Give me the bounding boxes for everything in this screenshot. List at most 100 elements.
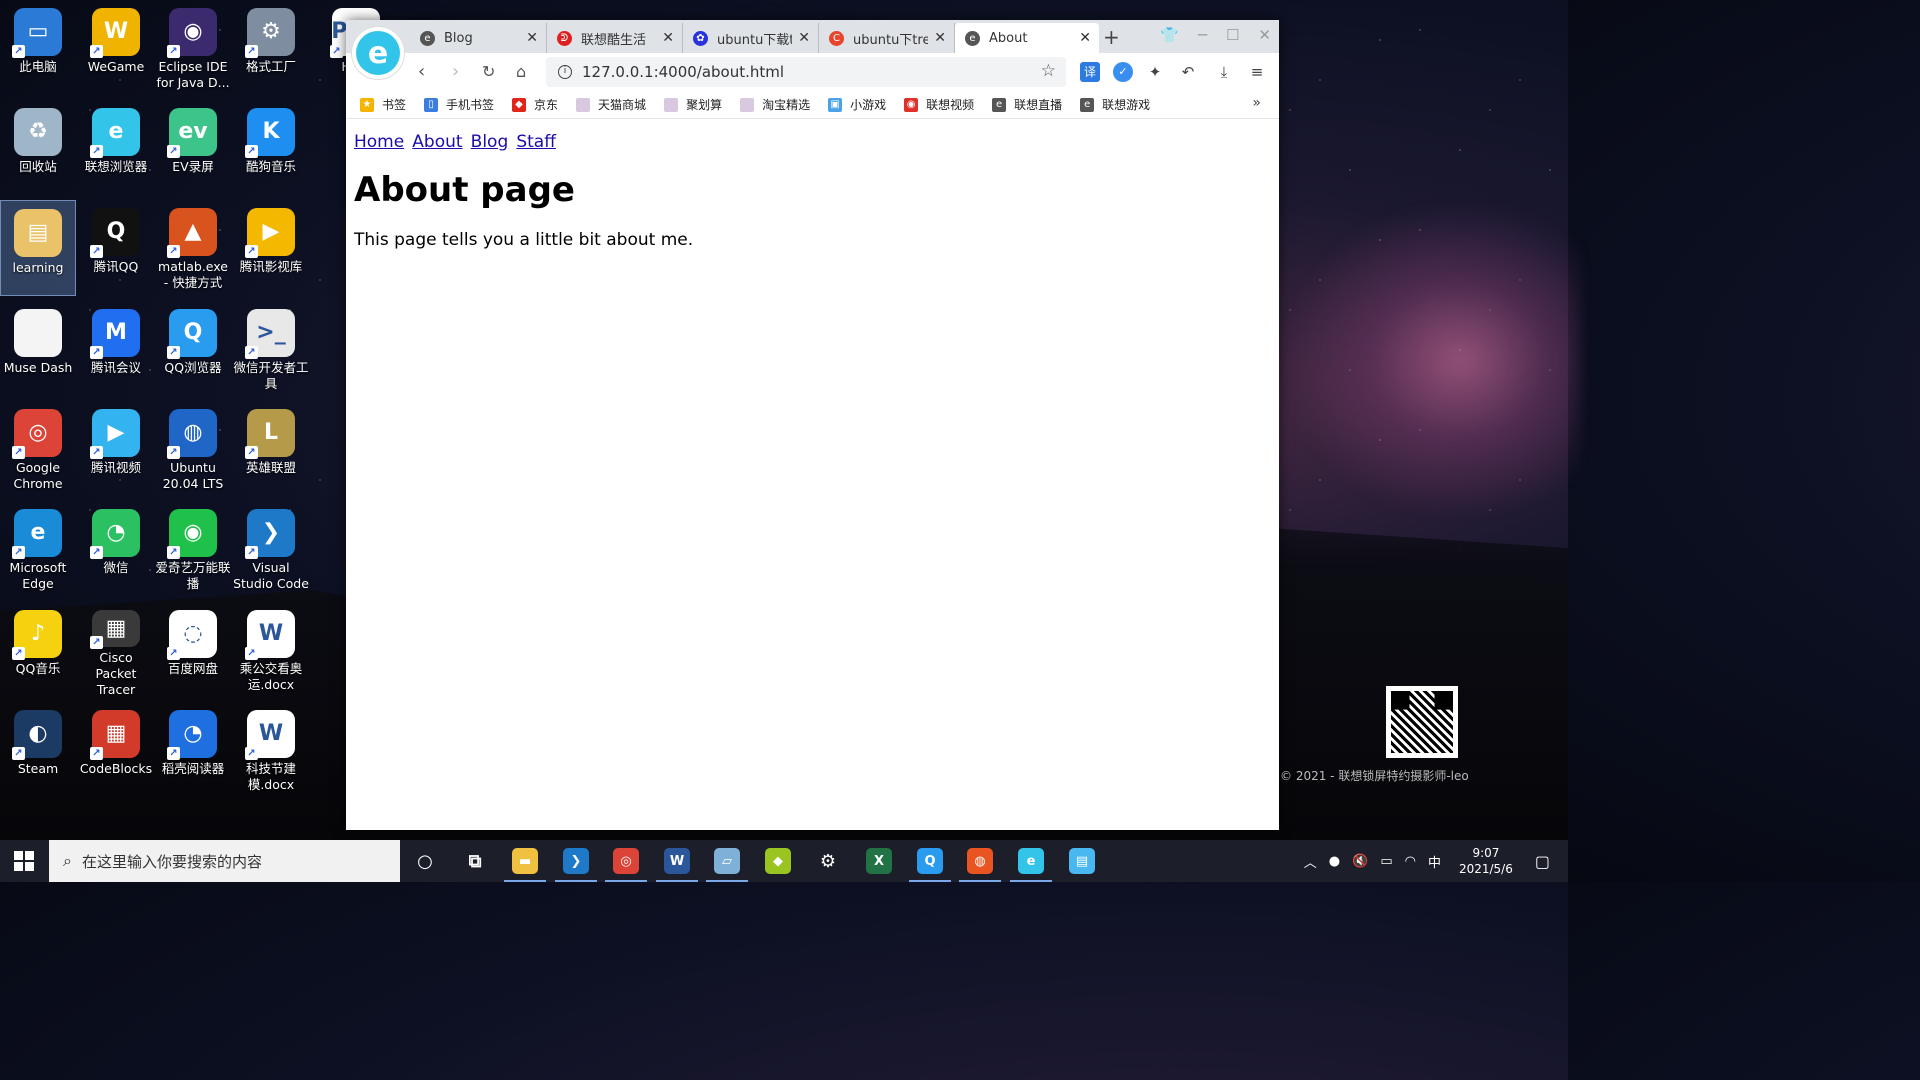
bookmark-item[interactable]: e 联想直播 xyxy=(992,96,1062,113)
shield-icon[interactable]: ✓ xyxy=(1113,62,1133,82)
browser-tab[interactable]: Cubuntu下tre ✕ xyxy=(819,23,955,53)
bookmarks-more-button[interactable]: » xyxy=(1252,95,1261,111)
close-window-button[interactable]: ✕ xyxy=(1258,26,1271,44)
desktop-icon-learning[interactable]: ▤ learning xyxy=(0,200,76,296)
lenovo-browser-logo[interactable]: e xyxy=(352,27,404,79)
taskbar-search[interactable]: ⌕ 在这里输入你要搜索的内容 xyxy=(49,840,400,882)
desktop-icon-tencent-video[interactable]: ▶腾讯视频 xyxy=(78,401,154,497)
browser-tab[interactable]: ᕲ 联想酷生活 ✕ xyxy=(547,23,683,53)
battery-icon[interactable]: ▭ xyxy=(1380,854,1392,869)
chevron-up-icon[interactable]: ︿ xyxy=(1304,852,1317,871)
browser-tab[interactable]: ✿ ubuntu下载t ✕ xyxy=(683,23,819,53)
wifi-icon[interactable]: ◠ xyxy=(1405,854,1416,869)
bookmark-item[interactable]: ★ 书签 xyxy=(360,96,406,113)
desktop-icon-wechat-devtools[interactable]: >_微信开发者工具 xyxy=(233,301,309,397)
taskbar-qq-browser-icon[interactable]: Q xyxy=(909,848,951,882)
desktop-icon-this-pc[interactable]: ▭此电脑 xyxy=(0,0,76,96)
desktop-icon-recycle-bin[interactable]: ♻ 回收站 xyxy=(0,100,76,196)
undo-close-icon[interactable]: ↶ xyxy=(1178,62,1198,82)
back-button[interactable]: ‹ xyxy=(418,61,425,82)
bookmark-item[interactable]: ▣ 小游戏 xyxy=(828,96,886,113)
clock[interactable]: 9:07 2021/5/6 xyxy=(1459,845,1513,877)
home-button[interactable]: ⌂ xyxy=(516,62,526,81)
nav-link-staff[interactable]: Staff xyxy=(516,132,556,152)
desktop-icon-tencent-meeting[interactable]: M腾讯会议 xyxy=(78,301,154,397)
maximize-button[interactable]: ☐ xyxy=(1226,26,1239,44)
minimize-button[interactable]: ─ xyxy=(1198,26,1207,44)
desktop-icon-qq-browser[interactable]: QQQ浏览器 xyxy=(155,301,231,397)
desktop-icon-wegame[interactable]: WWeGame xyxy=(78,0,154,96)
reload-button[interactable]: ↻ xyxy=(482,62,495,81)
desktop-icon-ev-recorder[interactable]: evEV录屏 xyxy=(155,100,231,196)
desktop-icon-eclipse[interactable]: ◉Eclipse IDE for Java D... xyxy=(155,0,231,96)
start-button[interactable] xyxy=(14,851,34,871)
taskbar-vscode-icon[interactable]: ❯ xyxy=(555,848,597,882)
desktop-icon-lol[interactable]: L英雄联盟 xyxy=(233,401,309,497)
bookmark-star-icon[interactable]: ☆ xyxy=(1041,61,1056,81)
taskbar-settings-icon[interactable]: ⚙ xyxy=(815,848,841,874)
new-tab-button[interactable]: + xyxy=(1103,25,1120,49)
nav-link-about[interactable]: About xyxy=(412,132,462,152)
desktop-icon-tencent-qq[interactable]: Q腾讯QQ xyxy=(78,200,154,296)
bookmark-item[interactable]: ◉ 联想视频 xyxy=(904,96,974,113)
translate-icon[interactable]: 译 xyxy=(1080,62,1100,82)
taskbar-cortana-icon[interactable]: ○ xyxy=(412,848,438,874)
close-tab-icon[interactable]: ✕ xyxy=(934,30,946,46)
ime-indicator[interactable]: 中 xyxy=(1428,852,1441,871)
desktop-icon-vscode[interactable]: ❯Visual Studio Code xyxy=(233,501,309,597)
taskbar-excel-icon[interactable]: X xyxy=(866,848,892,874)
desktop-icon-daoke-reader[interactable]: ◔稻壳阅读器 xyxy=(155,702,231,798)
browser-tab[interactable]: e Blog ✕ xyxy=(410,23,547,53)
taskbar-chrome-icon[interactable]: ◎ xyxy=(605,848,647,882)
desktop-icon-wechat[interactable]: ◔微信 xyxy=(78,501,154,597)
download-icon[interactable]: ⤓ xyxy=(1214,62,1234,82)
taskbar-file-explorer-icon[interactable]: ▬ xyxy=(504,848,546,882)
desktop-icon-format-factory[interactable]: ⚙格式工厂 xyxy=(233,0,309,96)
address-bar[interactable]: i 127.0.0.1:4000/about.html ☆ xyxy=(546,57,1066,87)
nav-link-blog[interactable]: Blog xyxy=(471,132,509,152)
extensions-icon[interactable]: ✦ xyxy=(1145,62,1165,82)
desktop-icon-qq-music[interactable]: ♪QQ音乐 xyxy=(0,602,76,698)
taskbar-task-view-icon[interactable]: ⧉ xyxy=(462,848,488,874)
desktop-icon-steam[interactable]: ◐Steam xyxy=(0,702,76,798)
desktop-icon-tencent-video-lib[interactable]: ▶腾讯影视库 xyxy=(233,200,309,296)
bookmark-item[interactable]: e 联想游戏 xyxy=(1080,96,1150,113)
desktop-icon-codeblocks[interactable]: ▦CodeBlocks xyxy=(78,702,154,798)
bookmark-item[interactable]: ◆ 京东 xyxy=(512,96,558,113)
bookmark-item[interactable]: 天猫商城 xyxy=(576,96,646,113)
taskbar-notes-icon[interactable]: ▱ xyxy=(706,848,748,882)
taskbar-word-icon[interactable]: W xyxy=(656,848,698,882)
browser-tab[interactable]: e About ✕ xyxy=(955,23,1099,53)
menu-icon[interactable]: ≡ xyxy=(1247,62,1267,82)
desktop-icon-matlab[interactable]: ▲matlab.exe - 快捷方式 xyxy=(155,200,231,296)
desktop-icon-google-chrome[interactable]: ◎Google Chrome xyxy=(0,401,76,497)
close-tab-icon[interactable]: ✕ xyxy=(1079,30,1091,46)
taskbar-kugou-tray-icon[interactable]: ◆ xyxy=(765,848,791,874)
bookmark-item[interactable]: 聚划算 xyxy=(664,96,722,113)
taskbar-lenovo-browser-icon[interactable]: e xyxy=(1010,848,1052,882)
desktop-icon-cisco-pt[interactable]: ▦Cisco Packet Tracer xyxy=(78,602,154,698)
desktop-icon-lenovo-browser[interactable]: e联想浏览器 xyxy=(78,100,154,196)
bookmark-item[interactable]: ▯ 手机书签 xyxy=(424,96,494,113)
site-info-icon[interactable]: i xyxy=(558,65,572,79)
desktop-icon-edge[interactable]: eMicrosoft Edge xyxy=(0,501,76,597)
bookmark-item[interactable]: 淘宝精选 xyxy=(740,96,810,113)
desktop-icon-muse-dash[interactable]: Muse Dash xyxy=(0,301,76,397)
desktop-icon-kugou[interactable]: K酷狗音乐 xyxy=(233,100,309,196)
nav-link-home[interactable]: Home xyxy=(354,132,404,152)
desktop-icon-baidu-netdisk[interactable]: ◌百度网盘 xyxy=(155,602,231,698)
close-tab-icon[interactable]: ✕ xyxy=(798,30,810,46)
desktop-icon-ubuntu[interactable]: ◍Ubuntu 20.04 LTS xyxy=(155,401,231,497)
qq-tray-icon[interactable]: ● xyxy=(1329,854,1340,869)
desktop-icon-iqiyi-cast[interactable]: ◉爱奇艺万能联播 xyxy=(155,501,231,597)
notification-icon[interactable]: ▢ xyxy=(1535,852,1550,871)
desktop-icon-docx-1[interactable]: W乘公交看奥运.docx xyxy=(233,602,309,698)
desktop-icon-docx-2[interactable]: W科技节建模.docx xyxy=(233,702,309,798)
taskbar-unknown-app-icon[interactable]: ▤ xyxy=(1069,848,1095,874)
taskbar-ubuntu-icon[interactable]: ◍ xyxy=(959,848,1001,882)
volume-muted-icon[interactable]: 🔇 xyxy=(1352,854,1368,869)
forward-button[interactable]: › xyxy=(452,61,459,82)
shirt-icon[interactable]: 👕 xyxy=(1160,26,1179,44)
close-tab-icon[interactable]: ✕ xyxy=(662,30,674,46)
close-tab-icon[interactable]: ✕ xyxy=(526,30,538,46)
